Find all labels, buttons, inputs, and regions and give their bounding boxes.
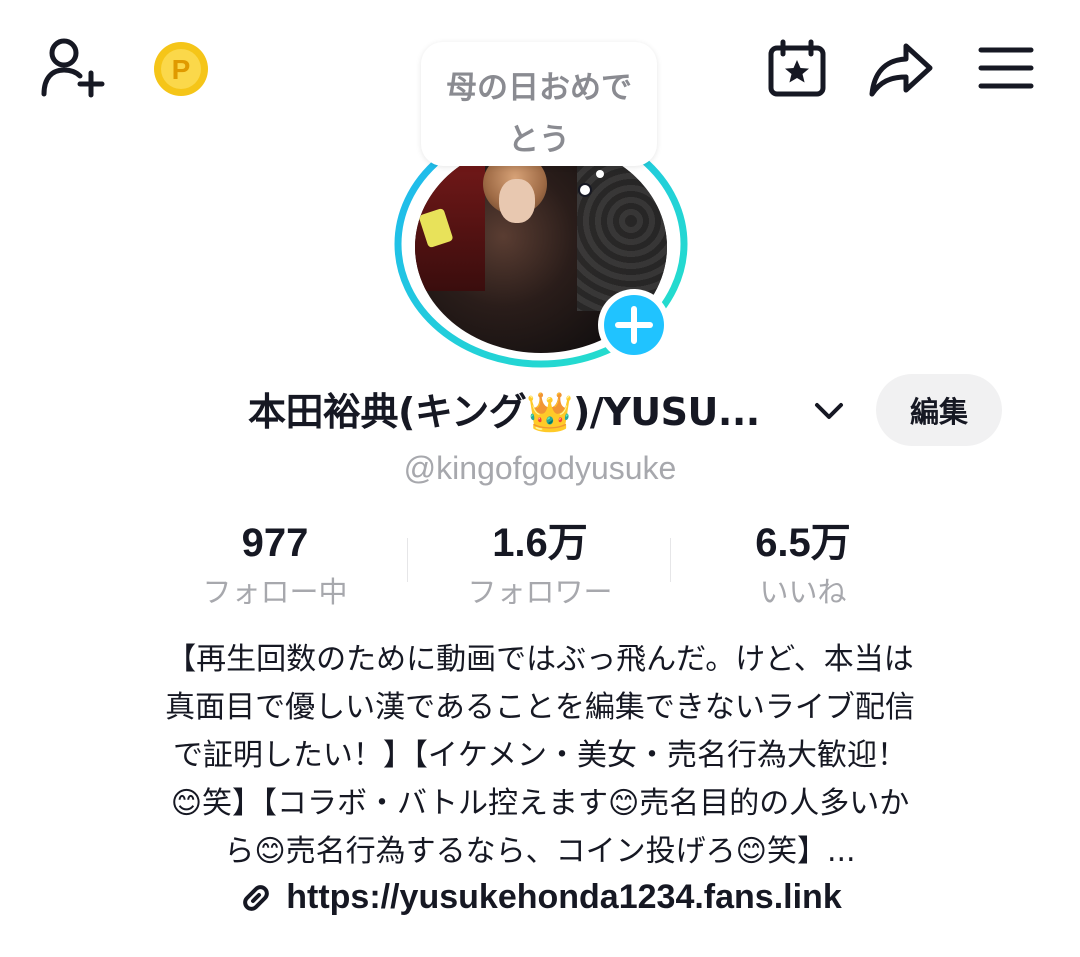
likes-label: いいね — [759, 575, 847, 609]
stat-following[interactable]: 977 フォロー中 — [155, 516, 395, 612]
followers-count: 1.6万 — [492, 521, 588, 565]
username: @kingofgodyusuke — [403, 450, 677, 486]
coin-icon[interactable]: P — [152, 40, 210, 98]
bio-line: で証明したい！】【イケメン・美女・売名行為大歓迎！ — [172, 738, 908, 773]
stat-likes[interactable]: 6.5万 いいね — [683, 516, 923, 612]
menu-icon[interactable] — [978, 44, 1034, 92]
following-label: フォロー中 — [202, 575, 348, 609]
bio-line: 真面目で優しい漢であることを編集できないライブ配信 — [165, 690, 915, 725]
edit-profile-button[interactable]: 編集 — [876, 374, 1002, 446]
profile-link[interactable]: https://yusukehonda1234.fans.link — [0, 878, 1080, 917]
add-friend-icon[interactable] — [38, 36, 108, 100]
likes-count: 6.5万 — [755, 521, 851, 565]
calendar-star-icon[interactable] — [766, 38, 828, 100]
bio-line: 😊笑】【コラボ・バトル控えます😊売名目的の人多いか — [170, 786, 910, 821]
bio-line: 【再生回数のために動画ではぶっ飛んだ。けど、本当は — [166, 642, 914, 677]
chevron-down-icon[interactable] — [812, 398, 846, 424]
stat-divider — [407, 538, 408, 582]
stat-followers[interactable]: 1.6万 フォロワー — [420, 516, 660, 612]
coin-letter: P — [172, 54, 191, 85]
link-icon — [243, 884, 270, 911]
status-bubble-line1: 母の日おめで — [446, 70, 632, 106]
bubble-tail-dot — [596, 170, 604, 178]
status-bubble-line2: とう — [508, 122, 570, 158]
bio-line: ら😊売名行為するなら、コイン投げろ😊笑】... — [224, 834, 856, 869]
status-bubble[interactable]: 母の日おめで とう — [421, 42, 657, 166]
share-icon[interactable] — [868, 40, 934, 98]
bubble-tail-dot — [578, 183, 592, 197]
following-count: 977 — [241, 521, 309, 565]
display-name[interactable]: 本田裕典(キング👑)/YUSU... — [248, 384, 760, 440]
bio[interactable]: 【再生回数のために動画ではぶっ飛んだ。けど、本当は 真面目で優しい漢であることを… — [60, 636, 1020, 876]
followers-label: フォロワー — [467, 575, 613, 609]
add-story-plus-icon[interactable] — [596, 287, 672, 363]
link-url[interactable]: https://yusukehonda1234.fans.link — [286, 878, 841, 916]
stat-divider — [670, 538, 671, 582]
